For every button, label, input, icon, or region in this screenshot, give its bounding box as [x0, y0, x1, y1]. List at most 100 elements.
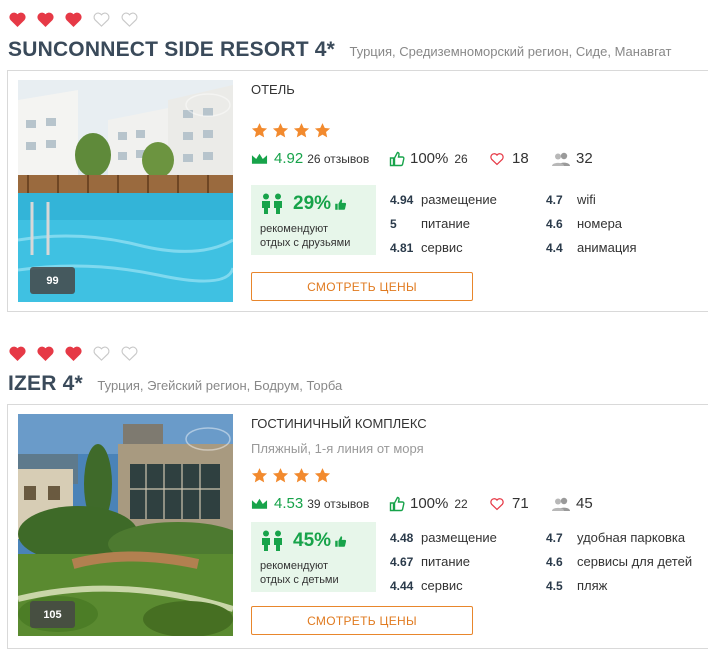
recommend-box: 29% рекомендуют отдых с друзьями: [251, 185, 376, 255]
score-row: 4.94 размещение: [390, 192, 497, 207]
hotel-name[interactable]: IZER 4*: [8, 372, 83, 395]
score-row: 4.44 сервис: [390, 578, 463, 593]
visitors-count: 32: [576, 150, 593, 167]
heart-rating: [8, 345, 139, 365]
heart-filled-icon: [65, 346, 82, 362]
score-label: пляж: [577, 578, 608, 593]
heart-filled-icon: [65, 12, 82, 28]
thumbs-up-icon: [335, 198, 347, 210]
score-value: 4.5: [546, 579, 563, 593]
star-icon: [272, 123, 289, 138]
score-row: 4.81 сервис: [390, 240, 463, 255]
recommend-text-line1: рекомендуют: [260, 560, 329, 572]
recommend-percent: 100%: [410, 495, 449, 512]
rating-stat[interactable]: 4.53 39 отзывов: [251, 495, 369, 512]
hotel-title-row: IZER 4* Турция, Эгейский регион, Бодрум,…: [8, 372, 342, 396]
photo-count-badge[interactable]: 99: [30, 267, 75, 294]
recommend-box: 45% рекомендуют отдых с детьми: [251, 522, 376, 592]
hotel-type: ГОСТИНИЧНЫЙ КОМПЛЕКС: [251, 416, 427, 431]
hotel-location[interactable]: Турция, Эгейский регион, Бодрум, Торба: [97, 378, 342, 393]
view-prices-button[interactable]: СМОТРЕТЬ ЦЕНЫ: [251, 272, 473, 301]
recommend-count: 22: [454, 496, 468, 511]
hotel-card: 105 ГОСТИНИЧНЫЙ КОМПЛЕКС Пляжный, 1-я ли…: [7, 404, 708, 649]
hotel-photo[interactable]: 105: [18, 414, 233, 636]
score-value: 4.7: [546, 193, 563, 207]
score-label: питание: [421, 554, 471, 569]
score-label: удобная парковка: [577, 530, 686, 545]
hotel-title-row: SUNCONNECT SIDE RESORT 4* Турция, Средиз…: [8, 38, 671, 62]
star-rating: [251, 467, 331, 484]
score-row: 4.7 удобная парковка: [546, 530, 685, 545]
star-icon: [293, 123, 310, 138]
recommend-percent-big: 45%: [293, 530, 332, 551]
photo-count-badge[interactable]: 105: [30, 601, 75, 628]
likes-stat[interactable]: 71: [489, 495, 529, 512]
heart-filled-icon: [9, 346, 26, 362]
visitors-stat[interactable]: 32: [551, 150, 593, 167]
score-value: 5: [390, 217, 397, 231]
hotel-name[interactable]: SUNCONNECT SIDE RESORT 4*: [8, 38, 335, 61]
likes-count: 71: [512, 495, 529, 512]
hotel-stats: 4.92 26 отзывов 100% 26 18 32: [251, 150, 691, 170]
users-icon: [552, 497, 570, 511]
hotel-card: 99 ОТЕЛЬ 4.92 26 отзывов 100% 26 18 32 2…: [7, 70, 708, 312]
view-prices-button[interactable]: СМОТРЕТЬ ЦЕНЫ: [251, 606, 473, 635]
recommend-text-line1: рекомендуют: [260, 223, 329, 235]
score-row: 5 питание: [390, 216, 470, 231]
score-value: 4.81: [390, 241, 414, 255]
visitors-stat[interactable]: 45: [551, 495, 593, 512]
reviews-count[interactable]: 26 отзывов: [307, 152, 369, 166]
heart-empty-icon: [93, 12, 110, 27]
score-row: 4.6 номера: [546, 216, 622, 231]
score-label: размещение: [421, 530, 497, 545]
star-icon: [293, 468, 310, 483]
rating-value: 4.92: [274, 150, 304, 167]
recommend-text-line2: отдых с детьми: [260, 574, 339, 586]
heart-empty-icon: [121, 346, 138, 361]
hotel-type: ОТЕЛЬ: [251, 82, 295, 97]
reviews-count[interactable]: 39 отзывов: [307, 497, 369, 511]
heart-empty-icon: [121, 12, 138, 27]
score-label: сервисы для детей: [577, 554, 693, 569]
recommend-stat: 100% 26: [389, 150, 468, 167]
thumbs-up-icon: [389, 151, 405, 166]
heart-outline-icon: [490, 152, 504, 165]
score-row: 4.48 размещение: [390, 530, 497, 545]
recommend-percent-big: 29%: [293, 193, 332, 214]
recommend-percent: 100%: [410, 150, 449, 167]
score-label: сервис: [421, 240, 463, 255]
star-icon: [272, 468, 289, 483]
hotel-photo[interactable]: 99: [18, 80, 233, 302]
rating-stat[interactable]: 4.92 26 отзывов: [251, 150, 369, 167]
score-row: 4.5 пляж: [546, 578, 607, 593]
hotel-stats: 4.53 39 отзывов 100% 22 71 45: [251, 495, 691, 515]
score-row: 4.67 питание: [390, 554, 470, 569]
hotel-location[interactable]: Турция, Средиземноморский регион, Сиде, …: [350, 44, 672, 59]
heart-outline-icon: [490, 497, 504, 510]
score-row: 4.4 анимация: [546, 240, 637, 255]
thumbs-up-icon: [389, 496, 405, 511]
family-icon: [262, 193, 282, 214]
score-label: wifi: [577, 192, 596, 207]
star-icon: [251, 123, 268, 138]
score-label: сервис: [421, 578, 463, 593]
recommend-stat: 100% 22: [389, 495, 468, 512]
score-label: анимация: [577, 240, 637, 255]
score-label: питание: [421, 216, 471, 231]
star-icon: [314, 123, 331, 138]
recommend-count: 26: [454, 151, 468, 166]
likes-stat[interactable]: 18: [489, 150, 529, 167]
heart-filled-icon: [37, 346, 54, 362]
star-icon: [251, 468, 268, 483]
heart-empty-icon: [93, 346, 110, 361]
score-label: размещение: [421, 192, 497, 207]
visitors-count: 45: [576, 495, 593, 512]
crown-icon: [251, 153, 268, 164]
thumbs-up-icon: [335, 535, 347, 547]
family-icon: [262, 530, 282, 551]
heart-filled-icon: [9, 12, 26, 28]
score-value: 4.67: [390, 555, 414, 569]
star-icon: [314, 468, 331, 483]
star-rating: [251, 122, 331, 139]
score-value: 4.6: [546, 217, 563, 231]
